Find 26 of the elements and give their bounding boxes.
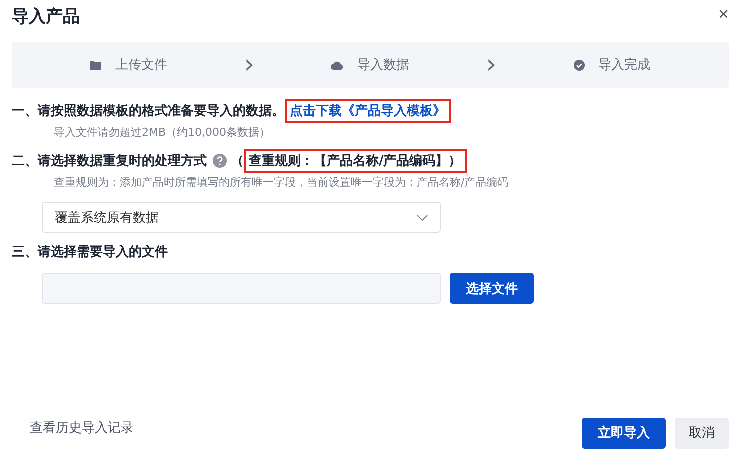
folder-icon	[90, 60, 102, 70]
duplicate-rule-text: 查重规则：【产品名称/产品编码】）	[244, 149, 467, 173]
step-label: 导入数据	[357, 57, 410, 74]
dialog-title: 导入产品	[12, 6, 80, 28]
close-button[interactable]: ×	[718, 5, 729, 23]
help-icon[interactable]	[213, 154, 227, 168]
hint-text: 导入文件请勿超过2MB（约10,000条数据）	[54, 125, 272, 140]
hint-text: 查重规则为：添加产品时所需填写的所有唯一字段，当前设置唯一字段为：产品名称/产品编码	[54, 175, 510, 190]
section-heading: 一、请按照数据模板的格式准备要导入的数据。	[12, 102, 285, 120]
import-button[interactable]: 立即导入	[582, 418, 666, 448]
download-template-link[interactable]: 点击下载《产品导入模板》	[285, 99, 451, 123]
cancel-button[interactable]: 取消	[675, 418, 729, 448]
section-heading: 二、请选择数据重复时的处理方式	[12, 152, 207, 170]
chevron-down-icon	[417, 214, 428, 220]
file-field[interactable]	[42, 273, 441, 304]
paren-text: （	[231, 153, 244, 170]
check-circle-icon	[574, 60, 585, 70]
import-history-link[interactable]: 查看历史导入记录	[30, 419, 134, 437]
chevron-right-icon: ›	[244, 52, 255, 78]
section-heading: 三、请选择需要导入的文件	[12, 244, 168, 261]
choose-file-button[interactable]: 选择文件	[450, 273, 534, 304]
chevron-right-icon: ›	[486, 52, 497, 78]
step-label: 上传文件	[115, 57, 168, 74]
duplicate-mode-select[interactable]: 覆盖系统原有数据	[42, 202, 441, 233]
step-label: 导入完成	[598, 57, 651, 74]
cloud-icon	[331, 60, 344, 70]
